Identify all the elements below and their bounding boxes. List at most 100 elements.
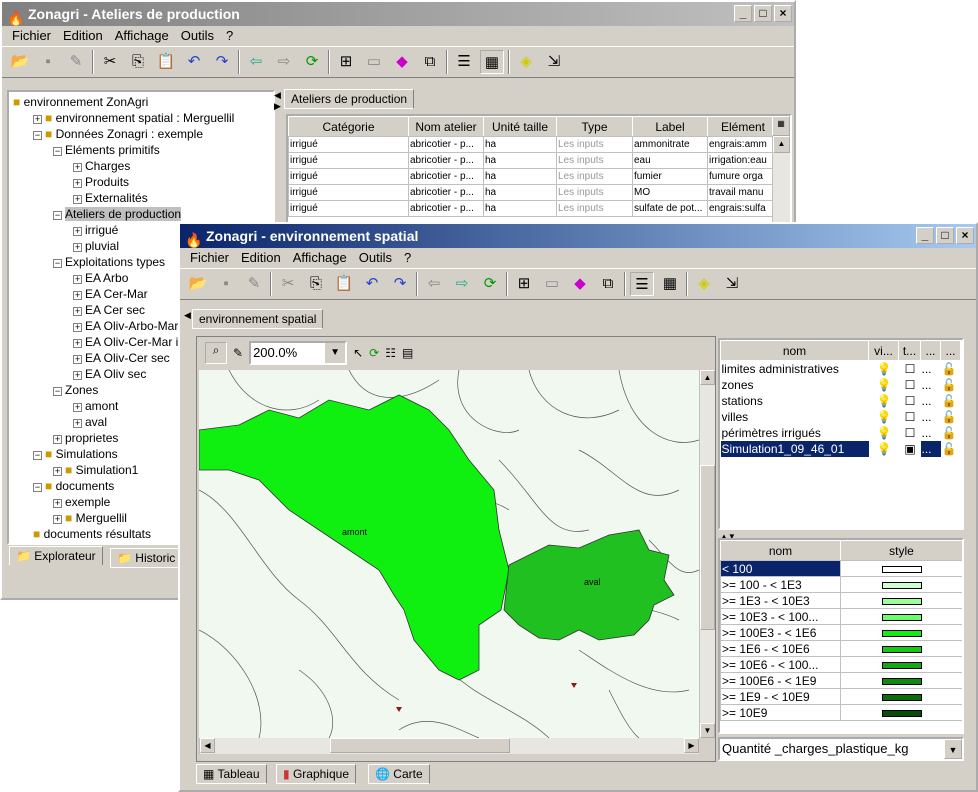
expand-icon[interactable]: + bbox=[73, 403, 82, 412]
chevron-down-icon[interactable]: ▼ bbox=[944, 739, 962, 759]
collapse-icon[interactable]: − bbox=[53, 387, 62, 396]
edit-tool-icon[interactable]: ✎ bbox=[233, 346, 243, 360]
refresh-map-icon[interactable]: ⟳ bbox=[369, 346, 379, 360]
menu-edition[interactable]: Edition bbox=[235, 248, 287, 268]
back-title-bar[interactable]: 🔥 Zonagri - Ateliers de production _ □ × bbox=[2, 2, 794, 26]
back-icon[interactable]: ⇦ bbox=[422, 272, 446, 296]
tree-node[interactable]: + ■ environnement spatial : Merguellil bbox=[13, 110, 269, 126]
warning-icon[interactable]: ◈ bbox=[514, 50, 538, 74]
legend-row[interactable]: >= 100 - < 1E3 bbox=[720, 576, 962, 593]
export-icon[interactable]: ⇲ bbox=[720, 272, 744, 296]
minimize-button[interactable]: _ bbox=[734, 5, 752, 22]
undo-icon[interactable]: ↶ bbox=[182, 50, 206, 74]
add-icon[interactable]: ⊞ bbox=[512, 272, 536, 296]
tree-icon[interactable]: ⧉ bbox=[418, 50, 442, 74]
open-icon[interactable]: 📂 bbox=[8, 50, 32, 74]
tab-graphique[interactable]: ▮ Graphique bbox=[276, 764, 356, 784]
copy-icon[interactable]: ⎘ bbox=[304, 272, 328, 296]
menu-affichage[interactable]: Affichage bbox=[109, 26, 175, 46]
table-view-icon[interactable]: ▦ bbox=[480, 50, 504, 74]
save-icon[interactable]: ▪ bbox=[36, 50, 60, 74]
collapse-icon[interactable]: − bbox=[53, 211, 62, 220]
export-icon[interactable]: ⇲ bbox=[542, 50, 566, 74]
lightbulb-icon[interactable]: 💡 bbox=[869, 377, 899, 393]
tree-node[interactable]: + Produits bbox=[13, 174, 269, 190]
warning-icon[interactable]: ◈ bbox=[692, 272, 716, 296]
maximize-button[interactable]: □ bbox=[754, 5, 772, 22]
splitter-arrow[interactable]: ◀ bbox=[184, 310, 191, 321]
menu-fichier[interactable]: Fichier bbox=[184, 248, 235, 268]
paste-icon[interactable]: 📋 bbox=[332, 272, 356, 296]
menu-outils[interactable]: Outils bbox=[175, 26, 220, 46]
expand-icon[interactable]: + bbox=[73, 307, 82, 316]
legend-row[interactable]: >= 10E9 bbox=[720, 704, 962, 721]
layer-row[interactable]: stations 💡 ☐... 🔓 bbox=[721, 393, 961, 409]
wand-icon[interactable]: ✎ bbox=[64, 50, 88, 74]
wand-icon[interactable]: ✎ bbox=[242, 272, 266, 296]
layer-options[interactable]: ... bbox=[920, 440, 941, 457]
lightbulb-icon[interactable]: 💡 bbox=[869, 409, 899, 425]
layer-options[interactable]: ... bbox=[921, 361, 941, 377]
collapse-icon[interactable]: − bbox=[33, 131, 42, 140]
checkbox[interactable]: ☐ bbox=[899, 425, 921, 441]
collapse-icon[interactable]: − bbox=[33, 483, 42, 492]
lock-icon[interactable]: 🔓 bbox=[941, 409, 961, 425]
cut-icon[interactable]: ✂ bbox=[276, 272, 300, 296]
column-header[interactable]: ... bbox=[940, 340, 961, 361]
tree-node[interactable]: + Externalités bbox=[13, 190, 269, 206]
book-icon[interactable]: ◆ bbox=[568, 272, 592, 296]
collapse-icon[interactable]: − bbox=[53, 147, 62, 156]
tree-node[interactable]: + Charges bbox=[13, 158, 269, 174]
book-icon[interactable]: ◆ bbox=[390, 50, 414, 74]
open-icon[interactable]: 📂 bbox=[186, 272, 210, 296]
pointer-icon[interactable]: ↖ bbox=[353, 346, 363, 360]
tree-node[interactable]: − ■ Données Zonagri : exemple bbox=[13, 126, 269, 142]
refresh-icon[interactable]: ⟳ bbox=[478, 272, 502, 296]
column-header[interactable]: nom bbox=[720, 340, 869, 361]
layer-options[interactable]: ... bbox=[921, 393, 941, 409]
undo-icon[interactable]: ↶ bbox=[360, 272, 384, 296]
expand-icon[interactable]: + bbox=[73, 227, 82, 236]
legend-row[interactable]: < 100 bbox=[720, 560, 962, 577]
expand-icon[interactable]: + bbox=[53, 499, 62, 508]
column-header[interactable]: Elément bbox=[707, 116, 779, 137]
tab-carte[interactable]: 🌐 Carte bbox=[368, 764, 430, 784]
maximize-button[interactable]: □ bbox=[936, 227, 954, 244]
tree-icon[interactable]: ⧉ bbox=[596, 272, 620, 296]
layer-row[interactable]: zones 💡 ☐... 🔓 bbox=[721, 377, 961, 393]
legend-row[interactable]: >= 1E6 - < 10E6 bbox=[720, 640, 962, 657]
close-button[interactable]: × bbox=[774, 5, 792, 22]
copy-icon[interactable]: ⎘ bbox=[126, 50, 150, 74]
legend-row[interactable]: >= 100E6 - < 1E9 bbox=[720, 672, 962, 689]
expand-icon[interactable]: + bbox=[53, 515, 62, 524]
expand-icon[interactable]: + bbox=[73, 339, 82, 348]
layer-row[interactable]: villes 💡 ☐... 🔓 bbox=[721, 409, 961, 425]
tab-ateliers[interactable]: Ateliers de production bbox=[284, 89, 415, 109]
tab-historique[interactable]: 📁 Historic bbox=[110, 548, 183, 568]
remove-icon[interactable]: ▭ bbox=[540, 272, 564, 296]
legend-row[interactable]: >= 100E3 - < 1E6 bbox=[720, 624, 962, 641]
expand-icon[interactable]: + bbox=[33, 115, 42, 124]
collapse-icon[interactable]: − bbox=[53, 259, 62, 268]
expand-icon[interactable]: + bbox=[73, 323, 82, 332]
menu-fichier[interactable]: Fichier bbox=[6, 26, 57, 46]
redo-icon[interactable]: ↷ bbox=[388, 272, 412, 296]
front-title-bar[interactable]: 🔥 Zonagri - environnement spatial _ □ × bbox=[180, 224, 976, 248]
tree-node[interactable]: − Eléments primitifs bbox=[13, 142, 269, 158]
table-row[interactable]: irrigué abricotier - p... ha Les inputs eau i… bbox=[288, 152, 779, 169]
remove-icon[interactable]: ▭ bbox=[362, 50, 386, 74]
redo-icon[interactable]: ↷ bbox=[210, 50, 234, 74]
checkbox[interactable]: ☐ bbox=[899, 361, 921, 377]
add-icon[interactable]: ⊞ bbox=[334, 50, 358, 74]
layer-row[interactable]: périmètres irrigués 💡 ☐... 🔓 bbox=[721, 425, 961, 441]
expand-icon[interactable]: + bbox=[73, 291, 82, 300]
table-scrollbar[interactable]: ▲ bbox=[772, 136, 790, 222]
list-view-icon[interactable]: ☰ bbox=[630, 272, 654, 296]
map-vertical-scrollbar[interactable]: ▲ ▼ bbox=[699, 370, 715, 738]
menu-help[interactable]: ? bbox=[398, 248, 417, 268]
lock-icon[interactable]: 🔓 bbox=[941, 425, 961, 441]
legend-row[interactable]: >= 1E3 - < 10E3 bbox=[720, 592, 962, 609]
expand-icon[interactable]: + bbox=[53, 467, 62, 476]
lock-icon[interactable]: 🔓 bbox=[941, 441, 961, 457]
tab-explorateur[interactable]: 📁 Explorateur bbox=[9, 546, 103, 565]
